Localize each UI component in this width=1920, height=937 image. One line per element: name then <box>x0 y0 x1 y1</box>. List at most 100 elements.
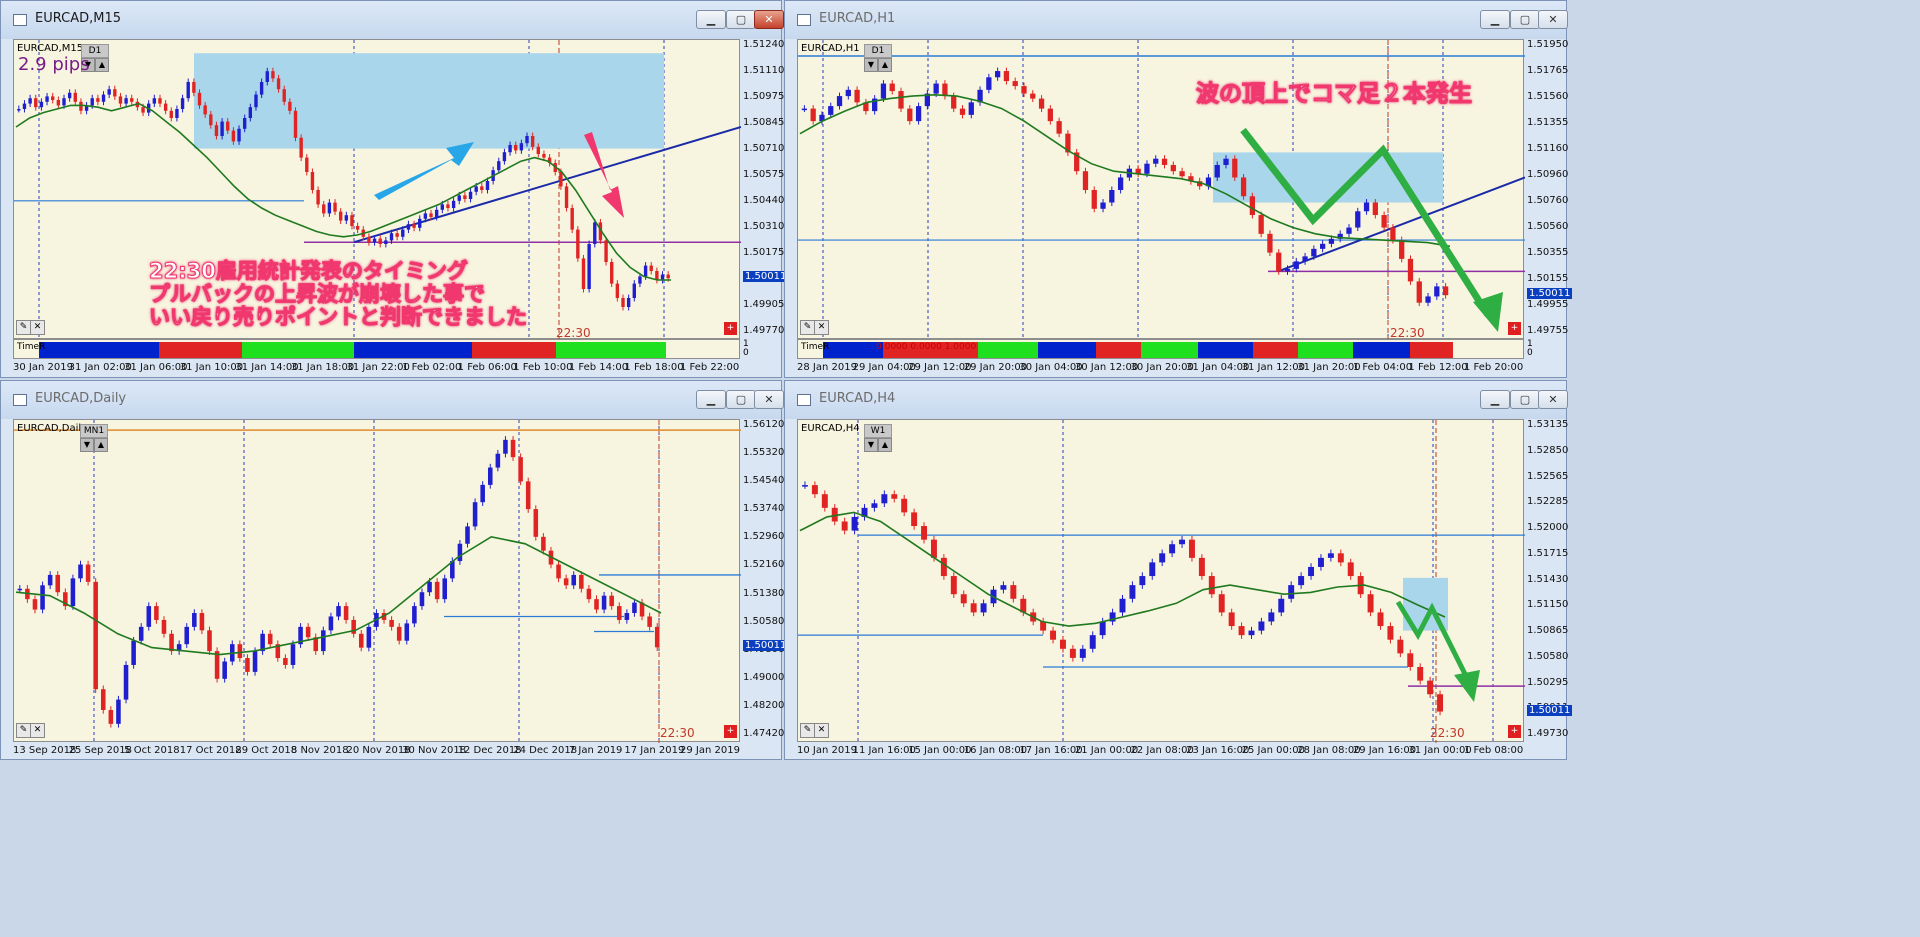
crosshair-tool-icon[interactable]: ✎ <box>800 723 815 738</box>
candle-body <box>350 215 354 226</box>
candle-body <box>1317 557 1324 567</box>
minimize-button[interactable]: ▁ <box>1480 390 1510 409</box>
session-segment <box>1353 342 1410 358</box>
y-tick-label: 1.50155 <box>1527 273 1569 284</box>
close-button[interactable]: ✕ <box>1538 390 1568 409</box>
candle-body <box>518 457 523 482</box>
candle-body <box>154 606 159 620</box>
candle-body <box>1387 626 1394 640</box>
close-button[interactable]: ✕ <box>754 390 784 409</box>
candle-body <box>1218 594 1225 613</box>
candle-body <box>951 96 957 109</box>
close-button[interactable]: ✕ <box>1538 10 1568 29</box>
candle-body <box>47 574 53 586</box>
titlebar[interactable]: EURCAD,H4 ▁ ▢ ✕ <box>785 381 1568 419</box>
candle-body <box>942 83 948 97</box>
candle-body <box>626 298 631 307</box>
window-daily[interactable]: EURCAD,Daily ▁ ▢ ✕ EURCAD,Daily MN1 ▼ ▲ … <box>0 380 789 760</box>
minimize-button[interactable]: ▁ <box>696 10 726 29</box>
candle-body <box>79 101 83 111</box>
candle-body <box>40 585 45 610</box>
candle-body <box>616 606 622 620</box>
minimize-button[interactable]: ▁ <box>1480 10 1510 29</box>
up-arrow-icon[interactable]: ▲ <box>94 438 108 452</box>
timeframe-box[interactable]: MN1 <box>80 424 108 438</box>
candle-body <box>237 644 243 659</box>
add-icon[interactable]: + <box>724 322 737 335</box>
maximize-button[interactable]: ▢ <box>726 390 756 409</box>
time-label: 22:30 <box>1430 726 1465 740</box>
candle-body <box>412 224 416 228</box>
y-tick-label: 1.51160 <box>1527 143 1569 154</box>
up-arrow-icon[interactable]: ▲ <box>95 58 109 72</box>
down-arrow-icon[interactable]: ▼ <box>864 438 878 452</box>
price-chart[interactable]: EURCAD,Daily MN1 ▼ ▲ 22:30 ✎ ✕ + <box>13 419 741 743</box>
window-h4[interactable]: EURCAD,H4 ▁ ▢ ✕ EURCAD,H4 W1 ▼ ▲ 22:30 ✎… <box>784 380 1573 760</box>
y-tick-label: 1.54540 <box>743 475 785 487</box>
maximize-button[interactable]: ▢ <box>726 10 756 29</box>
x-tick-label: 21 Jan 00:00 <box>1074 745 1139 756</box>
candle-body <box>1109 190 1115 203</box>
y-tick-label: 1.51150 <box>1527 599 1569 611</box>
up-arrow-icon[interactable]: ▲ <box>878 58 892 72</box>
titlebar[interactable]: EURCAD,H1 ▁ ▢ ✕ <box>785 1 1568 39</box>
chart-header: EURCAD,M15 <box>17 43 84 54</box>
titlebar[interactable]: EURCAD,M15 ▁ ▢ ✕ <box>1 1 784 39</box>
y-tick-label: 1.50560 <box>1527 221 1569 232</box>
candle-body <box>655 271 659 280</box>
crosshair-tool-icon[interactable]: ✎ <box>16 320 31 335</box>
candle-body <box>1003 71 1010 82</box>
y-tick-label: 1.49000 <box>743 671 785 683</box>
close-button[interactable]: ✕ <box>754 10 784 29</box>
candle-body <box>283 658 288 665</box>
candle-body <box>158 98 162 104</box>
candle-body <box>995 71 1001 78</box>
timeframe-box[interactable]: W1 <box>864 424 892 438</box>
maximize-button[interactable]: ▢ <box>1510 10 1540 29</box>
y-tick-label: 1.49770 <box>743 325 785 336</box>
window-m15[interactable]: EURCAD,M15 ▁ ▢ ✕ EURCAD,M15 D1 ▼ ▲ 2.9 p… <box>0 0 789 378</box>
candle-body <box>1139 576 1146 586</box>
window-h1[interactable]: EURCAD,H1 ▁ ▢ ✕ EURCAD,H1 D1 ▼ ▲ 波の頂上でコマ… <box>784 0 1573 378</box>
close-x-icon[interactable]: ✕ <box>814 723 829 738</box>
candle-body <box>604 240 608 262</box>
close-x-icon[interactable]: ✕ <box>814 320 829 335</box>
candle-body <box>1381 215 1387 228</box>
annotation-line: 22:30雇用統計発表のタイミング <box>149 259 469 283</box>
candle-body <box>161 619 167 634</box>
y-tick-label: 1.52850 <box>1527 444 1569 456</box>
candle-body <box>28 98 32 104</box>
candle-body <box>290 644 296 665</box>
crosshair-tool-icon[interactable]: ✎ <box>800 320 815 335</box>
minimize-button[interactable]: ▁ <box>696 390 726 409</box>
candle-body <box>1099 621 1106 636</box>
candle-body <box>615 283 620 298</box>
price-chart[interactable]: EURCAD,H1 D1 ▼ ▲ 波の頂上でコマ足２本発生 22:30 ✎ ✕ … <box>797 39 1525 340</box>
price-chart[interactable]: EURCAD,H4 W1 ▼ ▲ 22:30 ✎ ✕ + <box>797 419 1525 743</box>
candle-body <box>322 204 326 214</box>
indicator-min: 0 <box>1527 348 1533 358</box>
close-x-icon[interactable]: ✕ <box>30 723 45 738</box>
price-chart[interactable]: EURCAD,M15 D1 ▼ ▲ 2.9 pips 22:30雇用統計発表のタ… <box>13 39 741 340</box>
down-arrow-icon[interactable]: ▼ <box>864 58 878 72</box>
down-arrow-icon[interactable]: ▼ <box>80 438 94 452</box>
candle-body <box>186 82 190 99</box>
candle-body <box>96 98 100 102</box>
add-icon[interactable]: + <box>724 725 737 738</box>
x-tick-label: 20 Nov 2018 <box>346 745 411 756</box>
add-icon[interactable]: + <box>1508 725 1521 738</box>
candle-body <box>108 709 114 724</box>
chart-canvas <box>798 420 1525 743</box>
timeframe-box[interactable]: D1 <box>864 44 892 58</box>
up-arrow-icon[interactable]: ▲ <box>878 438 892 452</box>
crosshair-tool-icon[interactable]: ✎ <box>16 723 31 738</box>
add-icon[interactable]: + <box>1508 322 1521 335</box>
candle-body <box>248 107 253 118</box>
close-x-icon[interactable]: ✕ <box>30 320 45 335</box>
candle-body <box>1179 171 1185 177</box>
up-arrow-marker <box>374 142 474 200</box>
titlebar[interactable]: EURCAD,Daily ▁ ▢ ✕ <box>1 381 784 419</box>
maximize-button[interactable]: ▢ <box>1510 390 1540 409</box>
candle-body <box>891 494 898 499</box>
y-tick-label: 1.50975 <box>743 91 785 102</box>
